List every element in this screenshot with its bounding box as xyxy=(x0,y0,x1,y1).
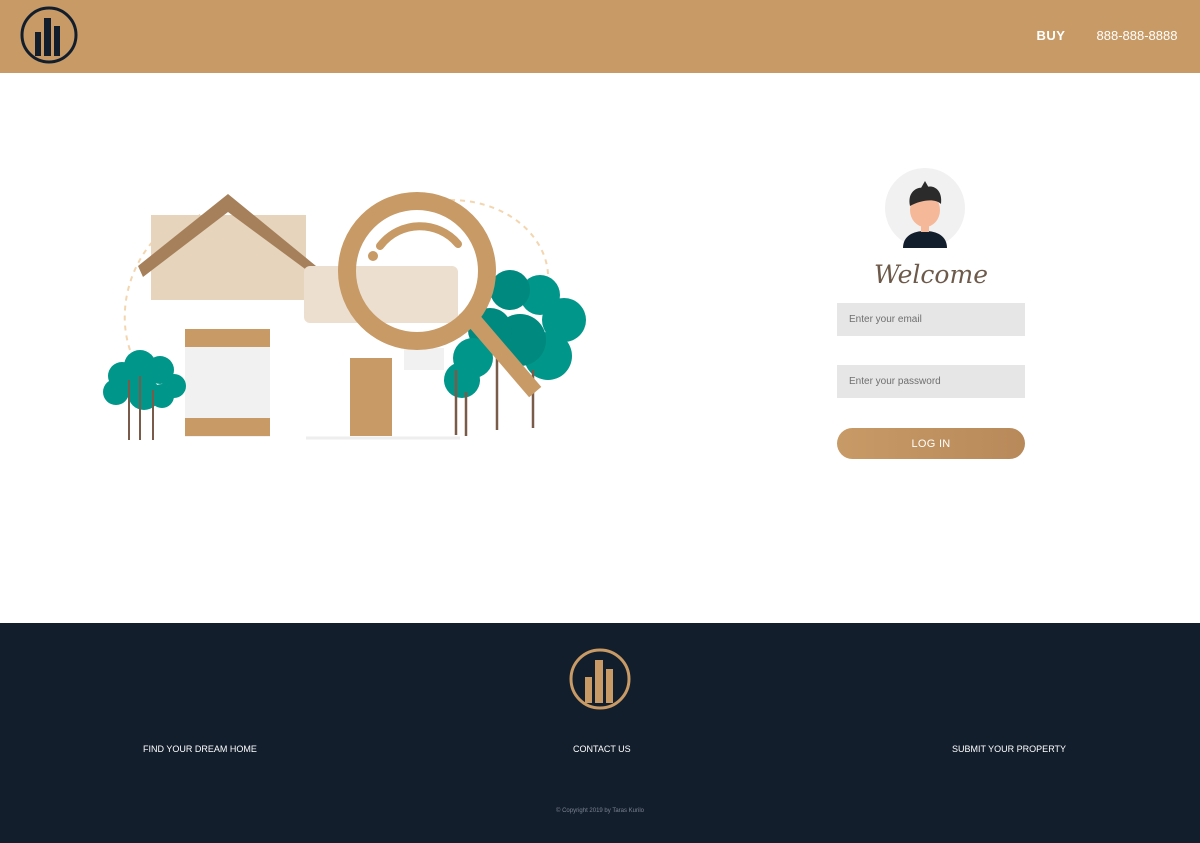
nav-buy-link[interactable]: BUY xyxy=(1031,28,1071,43)
site-footer: FIND YOUR DREAM HOME CONTACT US SUBMIT Y… xyxy=(0,623,1200,843)
email-field[interactable] xyxy=(837,303,1025,336)
building-logo-icon[interactable] xyxy=(568,647,632,711)
footer-link-contact[interactable]: CONTACT US xyxy=(573,744,631,754)
tree-right xyxy=(444,270,586,436)
footer-link-submit-property[interactable]: SUBMIT YOUR PROPERTY xyxy=(952,744,1066,754)
nav-phone-link[interactable]: 888-888-8888 xyxy=(1094,28,1180,43)
welcome-heading: Welcome xyxy=(873,260,988,289)
site-header: BUY 888-888-8888 xyxy=(0,0,1200,73)
house-illustration xyxy=(103,192,586,440)
password-field[interactable] xyxy=(837,365,1025,398)
footer-link-find-home[interactable]: FIND YOUR DREAM HOME xyxy=(143,744,257,754)
building-logo-icon[interactable] xyxy=(20,6,78,64)
copyright-text: © Copyright 2019 by Taras Kurilo xyxy=(555,808,645,814)
login-button[interactable]: LOG IN xyxy=(837,428,1025,459)
user-avatar-icon xyxy=(885,168,965,248)
house-magnifier-illustration xyxy=(90,180,610,460)
